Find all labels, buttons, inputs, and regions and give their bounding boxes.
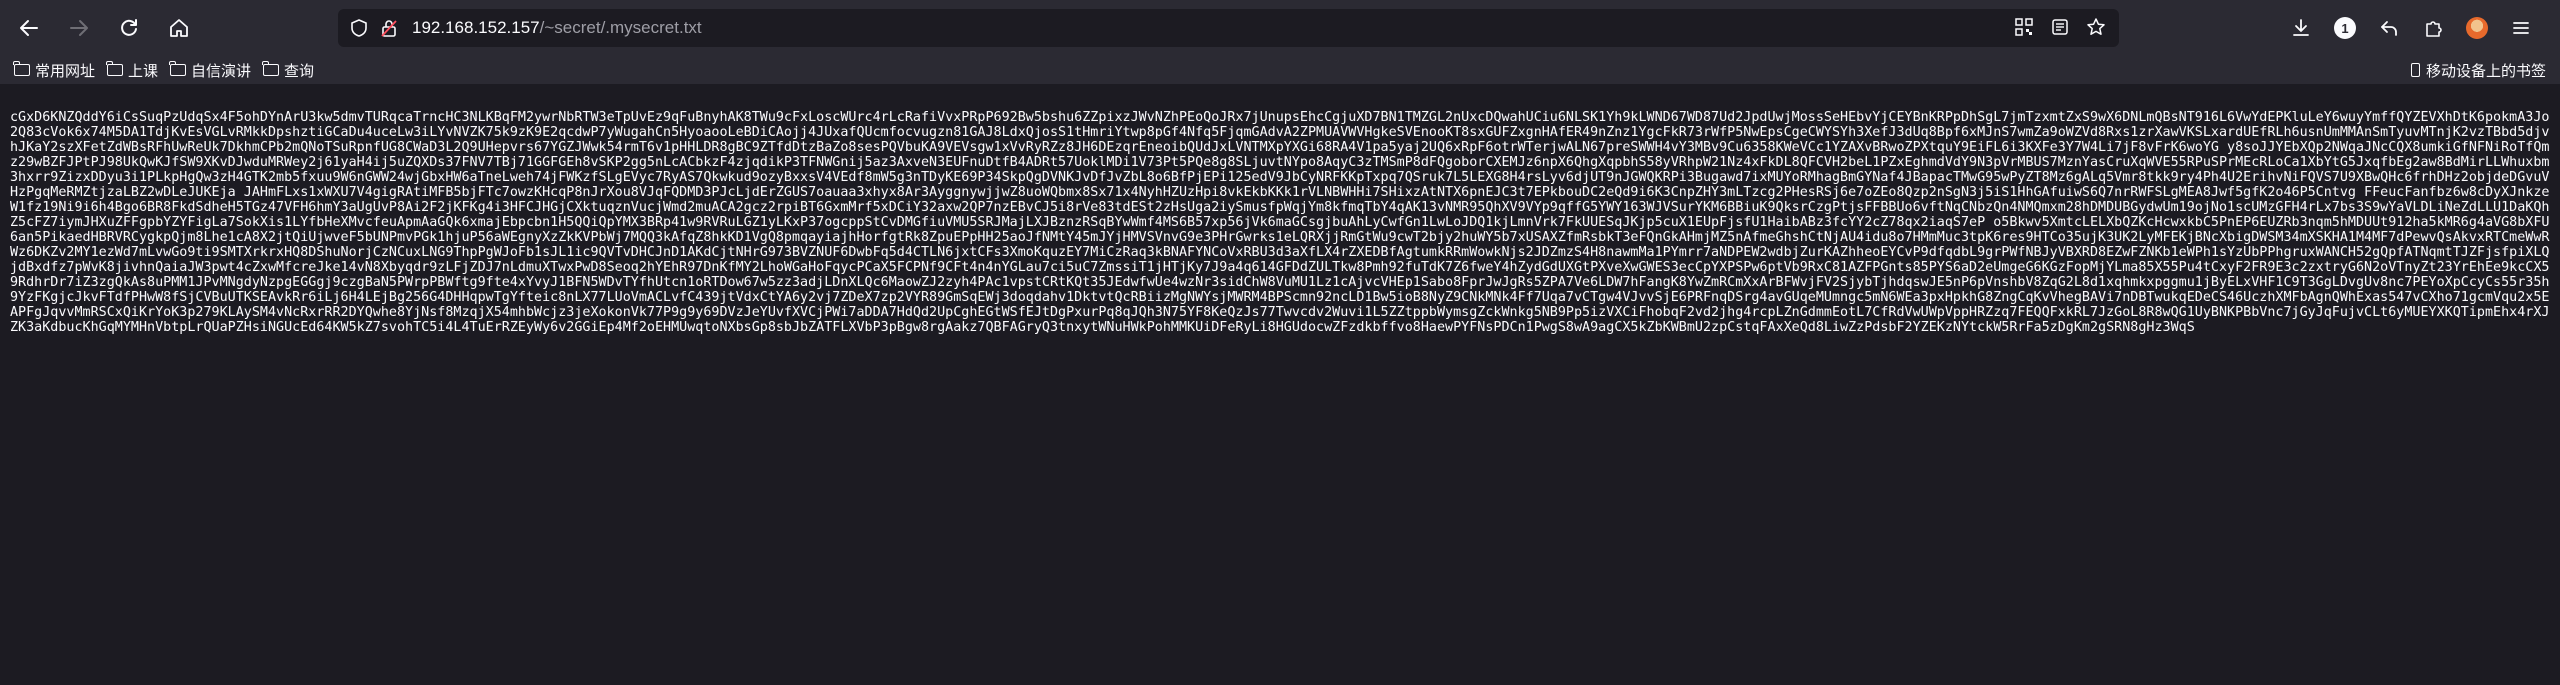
- puzzle-icon: [2426, 21, 2442, 37]
- plain-text-content: cGxD6KNZQddY6iCsSuqPzUdqSx4F5ohDYnArU3kw…: [10, 110, 2550, 335]
- toolbar-right: 1: [2286, 8, 2536, 48]
- folder-icon: [169, 61, 187, 76]
- bookmark-folder-class[interactable]: 上课: [106, 60, 159, 81]
- download-icon: [2293, 19, 2309, 36]
- mobile-bookmarks[interactable]: 移动设备上的书签: [2410, 60, 2546, 81]
- downloads-button[interactable]: [2286, 8, 2316, 48]
- url-host: 192.168.152.157: [412, 18, 540, 37]
- extensions-button[interactable]: [2418, 8, 2448, 48]
- folder-icon: [106, 61, 124, 76]
- reload-button[interactable]: [109, 8, 149, 48]
- reader-view-icon[interactable]: [2049, 16, 2071, 38]
- shield-icon[interactable]: [348, 17, 370, 39]
- folder-icon: [13, 61, 30, 76]
- undo-button[interactable]: [2374, 8, 2404, 48]
- bookmarks-toolbar: 常用网址 上课 自信演讲 查询 移动设备上的书签: [0, 56, 2560, 84]
- hamburger-menu-icon: [2513, 22, 2529, 34]
- profile-button[interactable]: [2462, 8, 2492, 48]
- menu-button[interactable]: [2506, 8, 2536, 48]
- browser-toolbar: 192.168.152.157/~secret/.mysecret.txt 1: [0, 0, 2560, 56]
- notification-count-badge: 1: [2334, 17, 2356, 39]
- bookmark-label: 常用网址: [35, 62, 96, 80]
- bookmark-label: 上课: [128, 62, 159, 80]
- url-text[interactable]: 192.168.152.157/~secret/.mysecret.txt: [412, 18, 702, 38]
- bookmark-folder-common[interactable]: 常用网址: [13, 60, 96, 81]
- forward-button[interactable]: [59, 8, 99, 48]
- bookmark-folder-query[interactable]: 查询: [262, 60, 315, 81]
- notification-button[interactable]: 1: [2330, 8, 2360, 48]
- url-path: /~secret/.mysecret.txt: [539, 18, 702, 37]
- qr-code-icon[interactable]: [2013, 16, 2035, 38]
- insecure-lock-icon[interactable]: [378, 17, 400, 39]
- address-bar-actions: [2013, 16, 2107, 38]
- forward-arrow-icon: [70, 20, 88, 36]
- bookmark-label: 查询: [284, 62, 315, 80]
- home-button[interactable]: [159, 8, 199, 48]
- reload-icon: [121, 19, 137, 36]
- bookmark-folder-speech[interactable]: 自信演讲: [169, 60, 252, 81]
- bookmark-label: 自信演讲: [191, 62, 252, 80]
- address-bar[interactable]: 192.168.152.157/~secret/.mysecret.txt: [338, 9, 2119, 47]
- undo-arrow-icon: [2381, 21, 2397, 36]
- folder-icon: [262, 61, 280, 76]
- fox-avatar-icon: [2466, 17, 2488, 39]
- home-icon: [170, 19, 188, 37]
- back-button[interactable]: [9, 8, 49, 48]
- mobile-bookmarks-label: 移动设备上的书签: [2425, 62, 2546, 80]
- back-arrow-icon: [20, 20, 38, 36]
- bookmark-star-icon[interactable]: [2085, 16, 2107, 38]
- mobile-phone-icon: [2410, 63, 2420, 77]
